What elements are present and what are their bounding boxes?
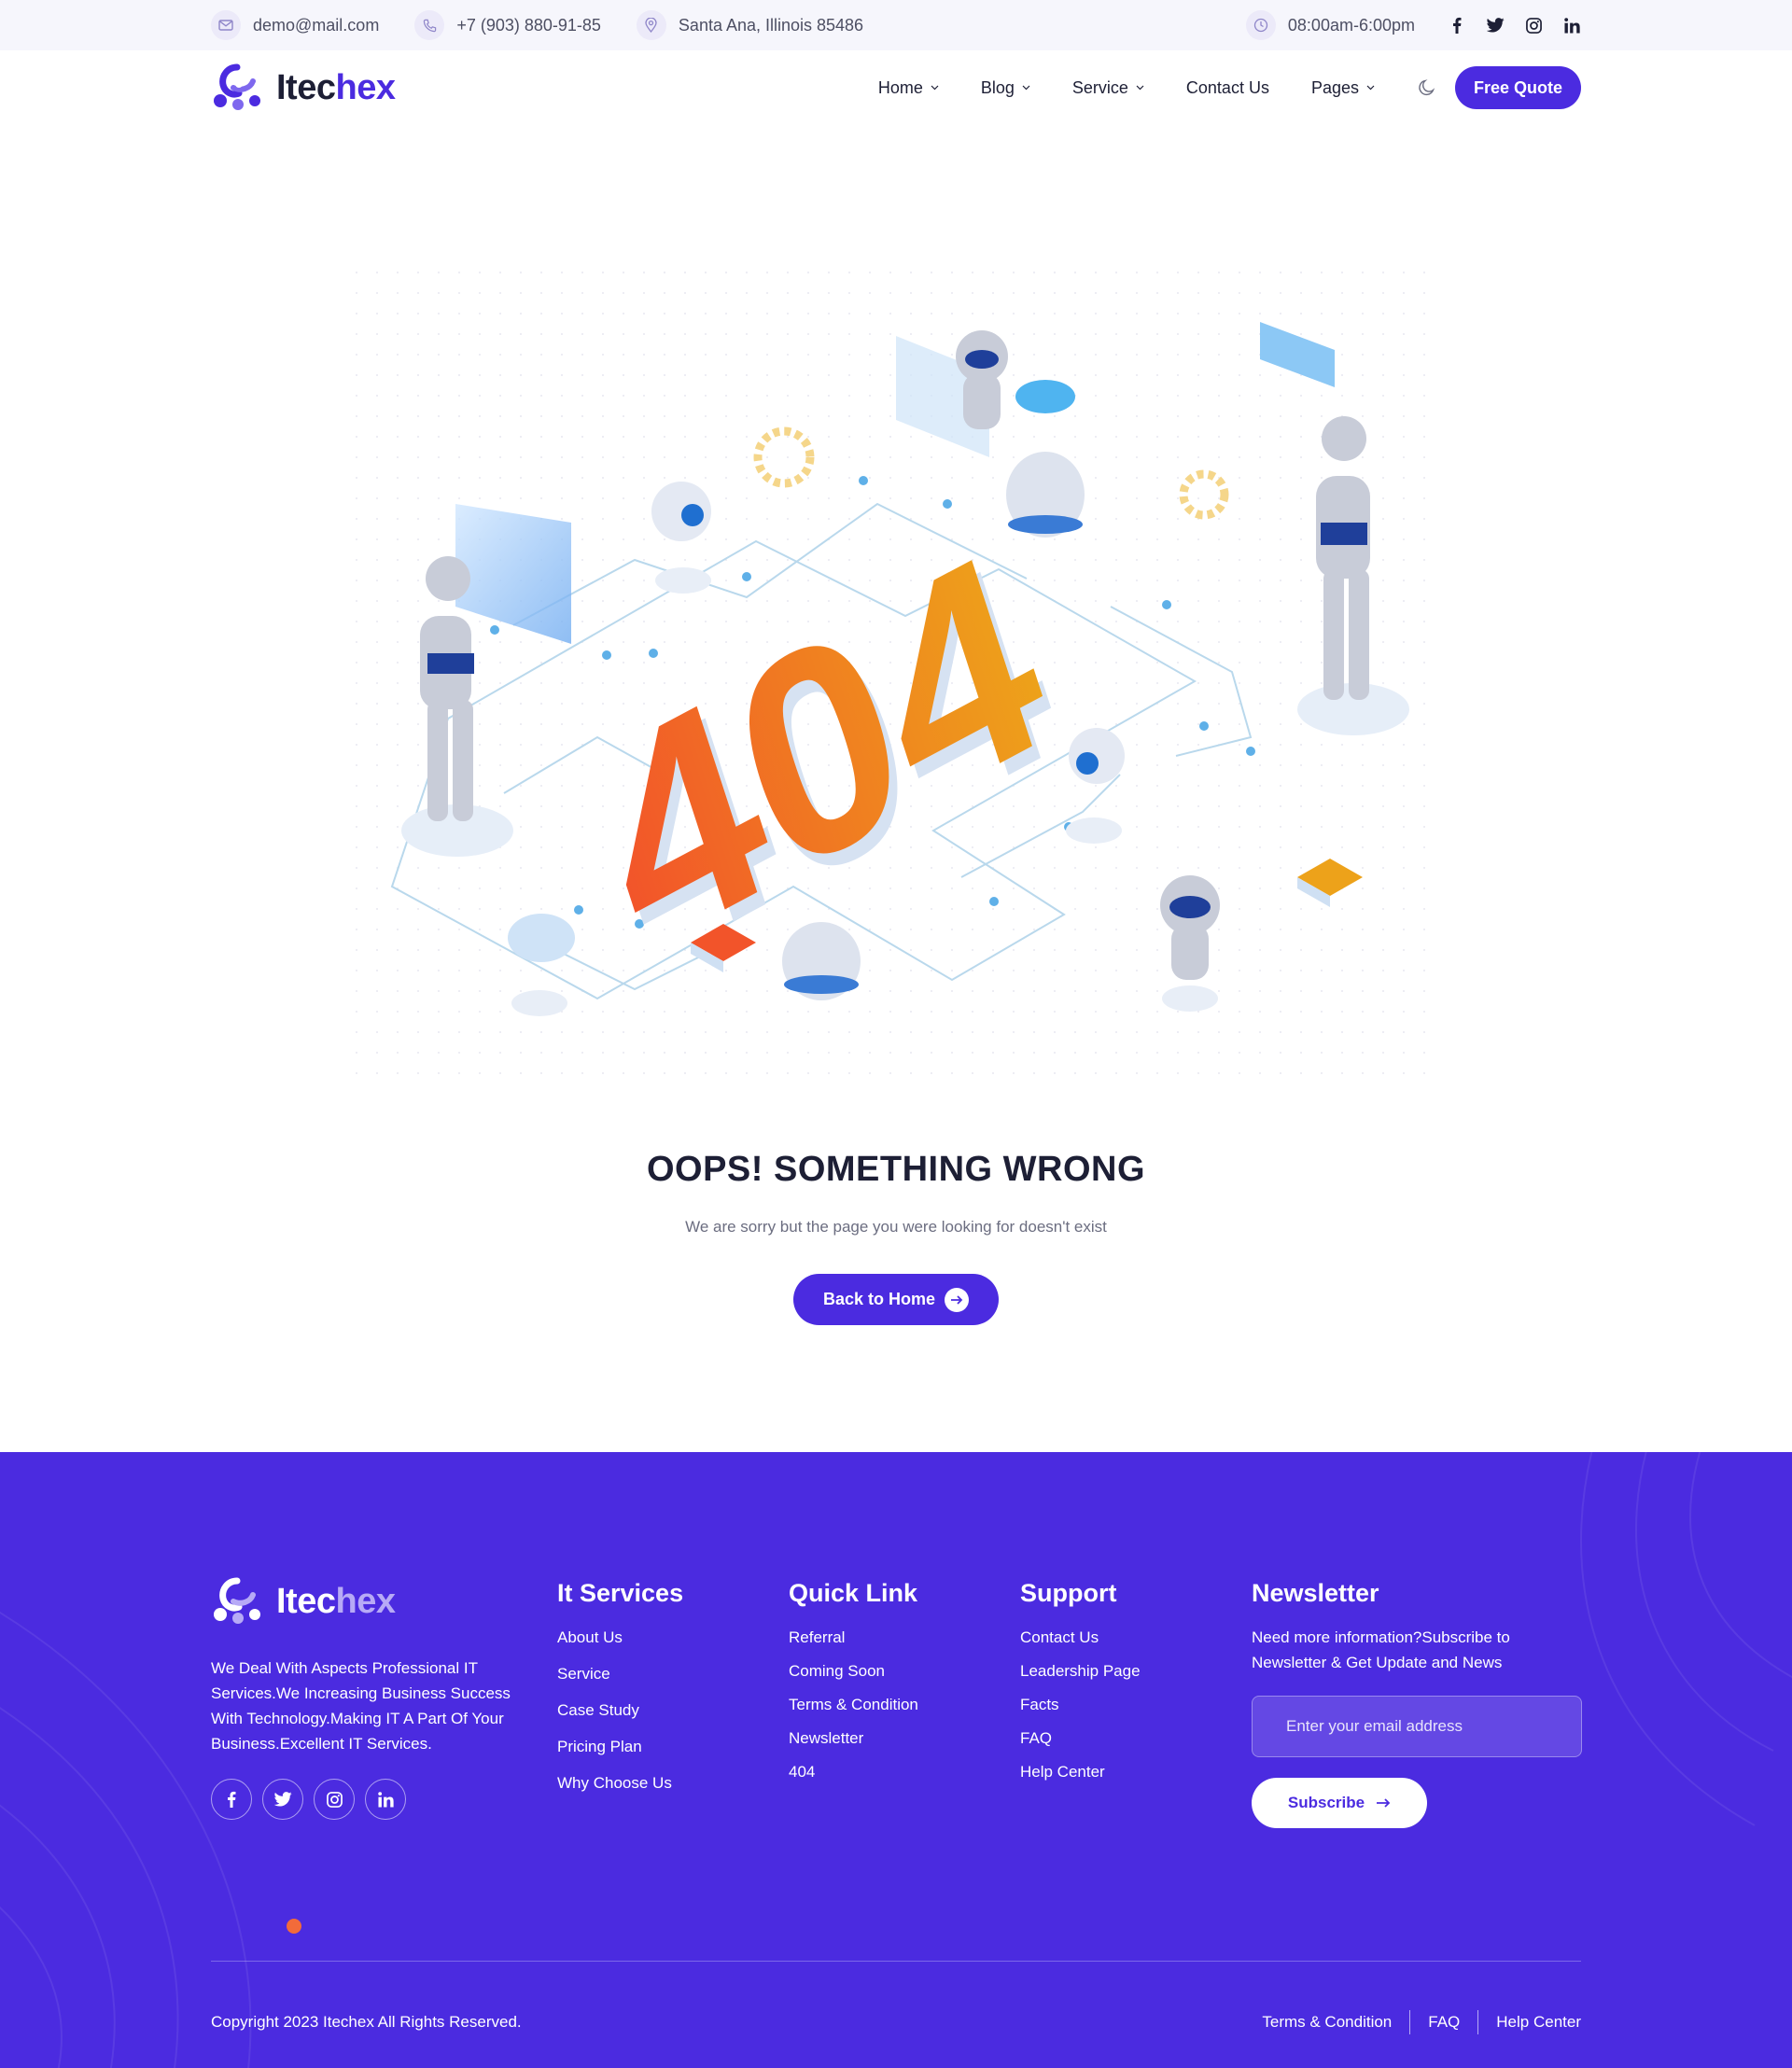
- chevron-down-icon: [1136, 85, 1144, 91]
- footer-link-faq[interactable]: FAQ: [1020, 1729, 1141, 1748]
- topbar-address: Santa Ana, Illinois 85486: [636, 10, 864, 40]
- 404-illustration: 404 404: [355, 271, 1437, 1092]
- footer-link-contact-us[interactable]: Contact Us: [1020, 1628, 1141, 1647]
- mail-icon: [211, 10, 241, 40]
- footer-link-facts[interactable]: Facts: [1020, 1696, 1141, 1714]
- footer-link-leadership-page[interactable]: Leadership Page: [1020, 1662, 1141, 1681]
- free-quote-button[interactable]: Free Quote: [1455, 66, 1581, 109]
- newsletter-description: Need more information?Subscribe to Newsl…: [1252, 1628, 1510, 1671]
- site-logo[interactable]: Itechex: [211, 63, 396, 112]
- twitter-icon[interactable]: [262, 1779, 303, 1820]
- error-title: OOPS! SOMETHING WRONG: [646, 1150, 1146, 1189]
- arrow-right-icon: [1377, 1798, 1391, 1808]
- linkedin-icon[interactable]: [1562, 16, 1581, 35]
- linkedin-icon[interactable]: [365, 1779, 406, 1820]
- topbar-address-text: Santa Ana, Illinois 85486: [678, 15, 864, 35]
- nav-item-label: Service: [1071, 77, 1128, 97]
- topbar-social-links: [1428, 16, 1581, 35]
- footer-link-help-center[interactable]: Help Center: [1020, 1763, 1141, 1782]
- main-header: Itechex Home Blog Service Contact Us Pag…: [0, 50, 1792, 127]
- footer-link-service[interactable]: Service: [557, 1665, 683, 1684]
- chevron-down-icon: [931, 85, 939, 91]
- twitter-icon[interactable]: [1486, 16, 1505, 35]
- footer-column-title: Quick Link: [789, 1579, 918, 1607]
- nav-item-label: Contact Us: [1185, 77, 1269, 97]
- nav-item-blog[interactable]: Blog: [981, 78, 1030, 98]
- footer-it-services: It Services About Us Service Case Study …: [557, 1579, 683, 1810]
- site-footer: Itechex We Deal With Aspects Professiona…: [0, 1452, 1792, 2068]
- nav-item-service[interactable]: Service: [1072, 78, 1144, 98]
- footer-column-title: Support: [1020, 1579, 1117, 1607]
- logo-mark-icon: [214, 63, 260, 110]
- footer-link-case-study[interactable]: Case Study: [557, 1701, 683, 1720]
- topbar-phone[interactable]: +7 (903) 880-91-85: [414, 10, 601, 40]
- footer-link-404[interactable]: 404: [789, 1763, 918, 1782]
- footer-link-coming-soon[interactable]: Coming Soon: [789, 1662, 918, 1681]
- nav-item-label: Pages: [1310, 77, 1359, 97]
- footer-link-referral[interactable]: Referral: [789, 1628, 918, 1647]
- nav-item-contact-us[interactable]: Contact Us: [1186, 78, 1269, 98]
- footer-column-title: Newsletter: [1252, 1579, 1379, 1607]
- footer-social-links: [211, 1779, 416, 1820]
- subscribe-label: Subscribe: [1287, 1794, 1365, 1811]
- topbar-hours-text: 08:00am-6:00pm: [1287, 15, 1415, 35]
- footer-about-text: We Deal With Aspects Professional IT Ser…: [211, 1659, 511, 1753]
- divider: [1409, 2010, 1411, 2034]
- footer-quick-link: Quick Link Referral Coming Soon Terms & …: [789, 1579, 918, 1796]
- nav-item-label: Home: [877, 77, 923, 97]
- bottom-link-terms[interactable]: Terms & Condition: [1262, 2013, 1392, 2032]
- instagram-icon[interactable]: [314, 1779, 355, 1820]
- facebook-icon[interactable]: [211, 1779, 252, 1820]
- footer-support: Support Contact Us Leadership Page Facts…: [1020, 1579, 1141, 1796]
- newsletter-email-input[interactable]: [1252, 1696, 1582, 1757]
- footer-link-about-us[interactable]: About Us: [557, 1628, 683, 1647]
- main-nav: Home Blog Service Contact Us Pages Free …: [836, 66, 1581, 109]
- bottom-link-help-center[interactable]: Help Center: [1496, 2013, 1581, 2032]
- footer-column-title: It Services: [557, 1579, 684, 1607]
- footer-link-pricing-plan[interactable]: Pricing Plan: [557, 1738, 683, 1756]
- footer-bottom-links: Terms & Condition FAQ Help Center: [1262, 2010, 1581, 2034]
- footer-newsletter: Newsletter Need more information?Subscri…: [1252, 1579, 1582, 1828]
- clock-icon: [1245, 10, 1276, 40]
- footer-divider: [211, 1961, 1581, 1962]
- logo-mark-icon: [214, 1577, 260, 1624]
- topbar-email[interactable]: demo@mail.com: [211, 10, 379, 40]
- dark-mode-toggle-moon-icon[interactable]: [1416, 77, 1438, 99]
- footer-logo-wordmark: Itechex: [276, 1581, 396, 1621]
- instagram-icon[interactable]: [1524, 16, 1543, 35]
- logo-wordmark: Itechex: [276, 67, 396, 107]
- footer-link-why-choose-us[interactable]: Why Choose Us: [557, 1774, 683, 1793]
- divider: [1477, 2010, 1479, 2034]
- error-subtitle: We are sorry but the page you were looki…: [685, 1218, 1107, 1236]
- top-info-bar: demo@mail.com +7 (903) 880-91-85 Santa A…: [0, 0, 1792, 50]
- footer-link-newsletter[interactable]: Newsletter: [789, 1729, 918, 1748]
- footer-logo[interactable]: Itechex: [211, 1577, 396, 1626]
- nav-item-home[interactable]: Home: [878, 78, 939, 98]
- bottom-link-faq[interactable]: FAQ: [1428, 2013, 1460, 2032]
- topbar-email-text: demo@mail.com: [253, 15, 380, 35]
- back-to-home-button[interactable]: Back to Home: [793, 1274, 999, 1325]
- facebook-icon[interactable]: [1448, 16, 1466, 35]
- back-to-home-label: Back to Home: [822, 1290, 936, 1308]
- chevron-down-icon: [1366, 85, 1375, 91]
- decorative-dot: [287, 1919, 301, 1934]
- arrow-right-icon: [945, 1287, 970, 1312]
- location-pin-icon: [636, 10, 666, 40]
- footer-link-terms[interactable]: Terms & Condition: [789, 1696, 918, 1714]
- topbar-phone-text: +7 (903) 880-91-85: [456, 15, 601, 35]
- chevron-down-icon: [1022, 85, 1030, 91]
- nav-item-label: Blog: [980, 77, 1015, 97]
- phone-icon: [414, 10, 445, 40]
- nav-item-pages[interactable]: Pages: [1311, 78, 1375, 98]
- copyright-text: Copyright 2023 Itechex All Rights Reserv…: [211, 2013, 522, 2031]
- topbar-hours: 08:00am-6:00pm: [1245, 10, 1415, 40]
- subscribe-button[interactable]: Subscribe: [1252, 1778, 1427, 1828]
